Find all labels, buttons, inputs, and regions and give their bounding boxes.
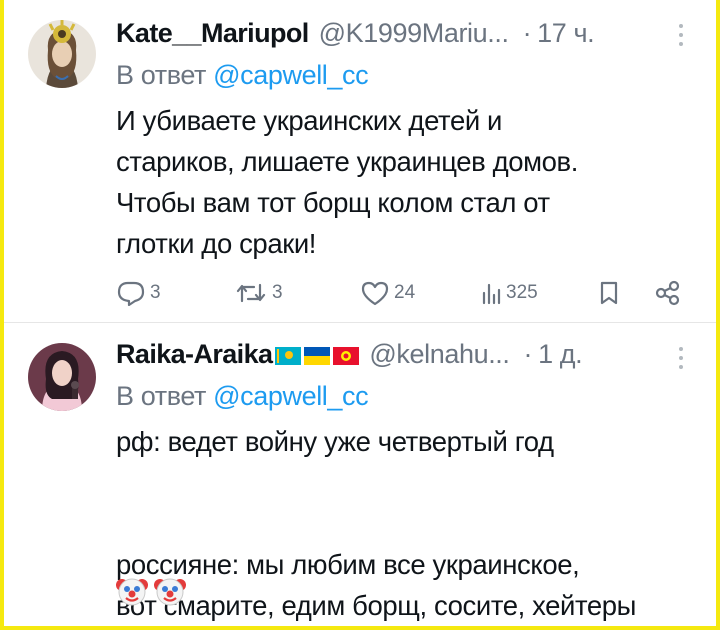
- reply-mention-link[interactable]: @capwell_cc: [213, 381, 368, 411]
- reply-context: В ответ @capwell_cc: [116, 60, 369, 91]
- kyrgyzstan-flag-icon: [333, 347, 360, 365]
- tweet[interactable]: Raika-Araika @kelnahu... · 1 д. В ответ …: [4, 323, 716, 626]
- views-chart-icon: [482, 283, 501, 305]
- clown-face-icon: [154, 578, 186, 606]
- retweet-icon: [236, 283, 266, 303]
- kazakhstan-flag-icon: [275, 347, 302, 365]
- reply-prefix: В ответ: [116, 60, 207, 90]
- reply-button[interactable]: 3: [116, 276, 161, 310]
- separator-dot: ·: [522, 18, 532, 48]
- more-options-icon[interactable]: [676, 347, 686, 369]
- heart-icon: [361, 281, 389, 306]
- timeline: Kate__Mariupol @K1999Mariu... · 17 ч. В …: [4, 0, 716, 626]
- ukraine-flag-icon: [304, 347, 331, 365]
- author-handle[interactable]: @K1999Mariu...: [319, 18, 509, 49]
- avatar[interactable]: [28, 343, 96, 411]
- like-count: 24: [394, 282, 416, 303]
- reply-prefix: В ответ: [116, 381, 207, 411]
- share-button[interactable]: [654, 276, 682, 310]
- reply-count: 3: [150, 282, 161, 303]
- separator-dot: ·: [523, 339, 533, 369]
- timestamp[interactable]: 17 ч.: [537, 18, 595, 49]
- tweet-text: И убиваете украинских детей и стариков, …: [116, 105, 578, 259]
- tweet-header: Kate__Mariupol @K1999Mariu... · 17 ч.: [116, 18, 595, 54]
- author-handle[interactable]: @kelnahu...: [369, 339, 509, 370]
- views-button[interactable]: 325: [480, 276, 538, 310]
- more-options-icon[interactable]: [676, 24, 686, 46]
- clown-face-icon: [116, 578, 148, 606]
- retweet-button[interactable]: 3: [234, 276, 283, 310]
- bookmark-button[interactable]: [598, 276, 620, 310]
- avatar[interactable]: [28, 20, 96, 88]
- emoji-row: [116, 575, 186, 607]
- like-button[interactable]: 24: [360, 276, 415, 310]
- tweet-header: Raika-Araika @kelnahu... · 1 д.: [116, 339, 583, 375]
- tweet[interactable]: Kate__Mariupol @K1999Mariu... · 17 ч. В …: [4, 0, 716, 322]
- author-name[interactable]: Raika-Araika: [116, 339, 273, 370]
- tweet-text: рф: ведет войну уже четвертый год россия…: [116, 426, 637, 621]
- bookmark-icon: [600, 281, 618, 305]
- share-icon: [655, 280, 680, 306]
- timestamp[interactable]: 1 д.: [538, 339, 583, 370]
- views-count: 325: [506, 282, 538, 303]
- tweet-actions: 3 3 24 325: [4, 276, 716, 310]
- retweet-count: 3: [272, 282, 283, 303]
- author-name[interactable]: Kate__Mariupol: [116, 18, 309, 49]
- reply-mention-link[interactable]: @capwell_cc: [213, 60, 368, 90]
- reply-context: В ответ @capwell_cc: [116, 381, 369, 412]
- reply-icon: [117, 281, 145, 306]
